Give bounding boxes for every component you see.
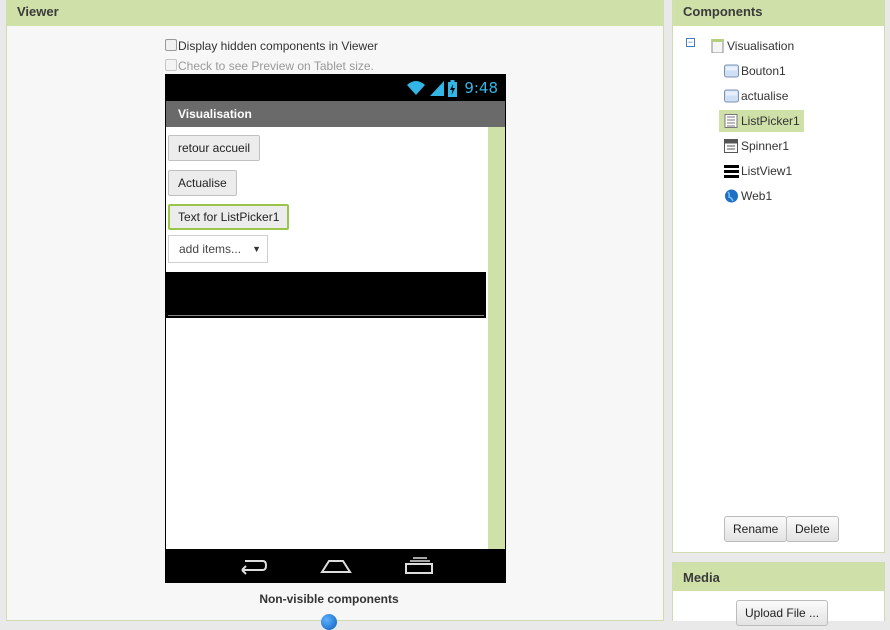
listview-component[interactable] (166, 272, 486, 318)
spinner-icon (724, 139, 738, 153)
tree-item-web1[interactable]: Web1 (724, 185, 776, 207)
non-visible-components-label: Non-visible components (259, 592, 399, 606)
display-hidden-checkbox[interactable] (165, 39, 177, 51)
retour-accueil-button[interactable]: retour accueil (168, 135, 261, 161)
phone-status-bar: 9:48 (165, 74, 506, 101)
phone-nav-bar (165, 549, 506, 583)
spinner-dropdown[interactable]: add items... ▼ (168, 235, 268, 263)
screen-scrollbar[interactable] (488, 127, 505, 549)
components-body: − Visualisation Bouton1 actualise ListPi… (673, 26, 884, 552)
tree-item-label: actualise (741, 89, 789, 103)
tree-item-label: Visualisation (727, 39, 795, 53)
tablet-preview-checkbox-row[interactable]: Check to see Preview on Tablet size. (165, 59, 374, 73)
media-title: Media (673, 563, 884, 591)
tree-item-actualise[interactable]: actualise (724, 85, 792, 107)
phone-screen: retour accueil Actualise Text for ListPi… (166, 127, 505, 549)
dropdown-arrow-icon: ▼ (252, 244, 261, 254)
components-panel: Components − Visualisation Bouton1 actua… (672, 0, 885, 553)
tree-item-label: ListPicker1 (741, 114, 800, 128)
web-globe-icon (321, 614, 337, 630)
phone-preview: 9:48 Visualisation retour accueil Actual… (165, 74, 506, 583)
tree-item-label: Web1 (741, 189, 773, 203)
status-time: 9:48 (464, 79, 498, 97)
tree-item-spinner1[interactable]: Spinner1 (724, 135, 793, 157)
tree-item-visualisation[interactable]: Visualisation (710, 35, 798, 57)
delete-button[interactable]: Delete (786, 516, 839, 542)
media-panel: Media Upload File ... (672, 562, 885, 626)
actualise-button[interactable]: Actualise (168, 170, 237, 196)
button-icon (724, 89, 739, 103)
listview-icon (724, 165, 739, 178)
battery-charging-icon (448, 79, 458, 97)
viewer-title: Viewer (7, 0, 663, 26)
tree-item-listpicker1[interactable]: ListPicker1 (719, 110, 804, 132)
viewer-panel: Viewer Display hidden components in View… (6, 0, 664, 621)
listpicker-icon (724, 114, 738, 128)
tablet-preview-label: Check to see Preview on Tablet size. (178, 59, 374, 73)
recent-apps-icon (404, 557, 433, 574)
spinner-text: add items... (179, 242, 242, 256)
tree-item-label: Spinner1 (741, 139, 790, 153)
button-icon (724, 64, 739, 78)
signal-icon (430, 81, 445, 96)
listpicker-button[interactable]: Text for ListPicker1 (168, 204, 290, 230)
screen-title-bar: Visualisation (166, 101, 505, 127)
components-title: Components (673, 0, 884, 26)
tree-item-label: Bouton1 (741, 64, 786, 78)
display-hidden-checkbox-row[interactable]: Display hidden components in Viewer (165, 39, 378, 53)
tree-item-label: ListView1 (741, 164, 793, 178)
collapse-toggle-icon[interactable]: − (686, 38, 695, 47)
tree-item-bouton1[interactable]: Bouton1 (724, 60, 790, 82)
viewer-body: Display hidden components in Viewer Chec… (7, 26, 663, 620)
screen-icon (711, 39, 724, 53)
listview-divider (168, 315, 484, 316)
media-body: Upload File ... (673, 591, 884, 626)
web-globe-icon (725, 189, 738, 203)
home-icon (319, 560, 352, 573)
tablet-preview-checkbox[interactable] (165, 59, 177, 71)
display-hidden-label: Display hidden components in Viewer (178, 39, 378, 53)
rename-button[interactable]: Rename (724, 516, 788, 542)
wifi-icon (407, 81, 426, 95)
back-icon (240, 560, 267, 575)
upload-file-button[interactable]: Upload File ... (736, 600, 829, 626)
tree-item-listview1[interactable]: ListView1 (724, 160, 796, 182)
